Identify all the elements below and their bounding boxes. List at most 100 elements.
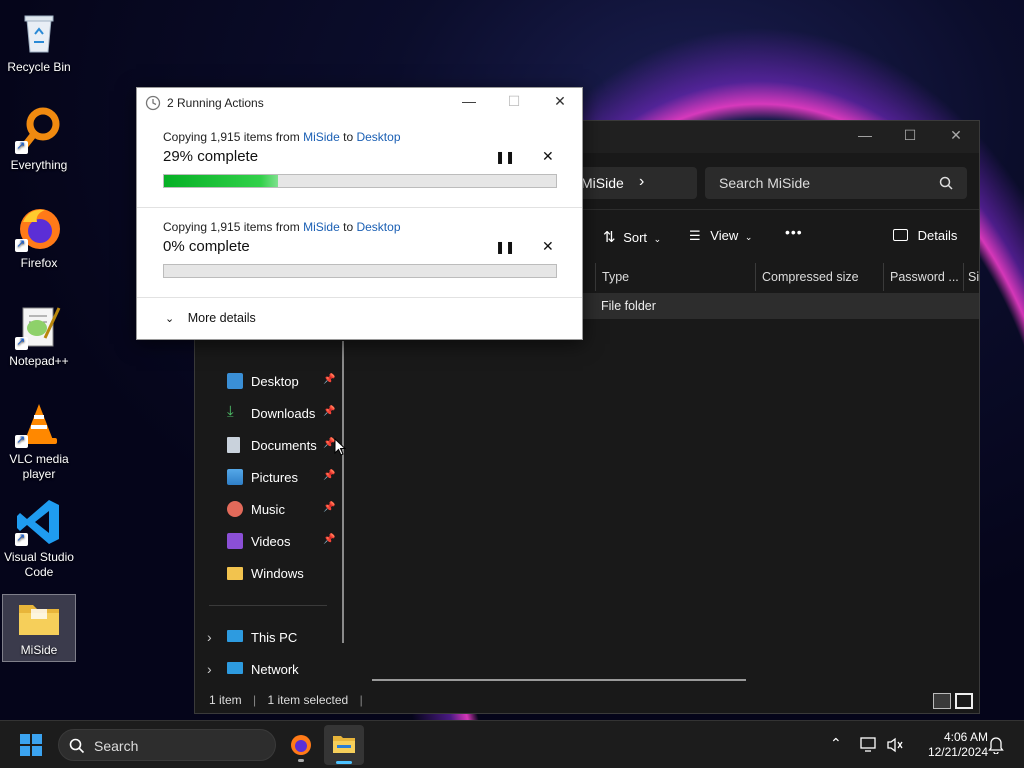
pictures-icon [227, 469, 243, 485]
sort-arrows-icon: ⇅ [603, 229, 616, 246]
column-header-size[interactable]: Si [963, 263, 979, 291]
search-input[interactable]: Search MiSide [719, 175, 810, 191]
desktop-icon-vlc[interactable]: VLC media player [2, 400, 76, 482]
dialog-maximize-button: ☐ [507, 93, 521, 109]
folder-icon [15, 599, 63, 639]
notification-bell-icon[interactable] [988, 736, 1004, 754]
view-list-icon: ☰ [689, 228, 701, 243]
shortcut-arrow-icon [15, 335, 28, 350]
music-icon [227, 501, 243, 517]
nav-divider [209, 605, 327, 606]
pin-icon[interactable]: 📌 [323, 534, 335, 545]
operation-divider [137, 207, 582, 208]
folder-icon [227, 567, 243, 580]
chevron-right-icon[interactable]: › [639, 173, 644, 191]
chevron-right-icon[interactable]: › [207, 661, 212, 677]
pause-button[interactable]: ❚❚ [495, 240, 515, 254]
details-pane-button[interactable]: Details [893, 228, 957, 243]
taskbar: Search ⌃ 4:06 AM 12/21/2024 [0, 720, 1024, 768]
show-hidden-icons-button[interactable]: ⌃ [830, 735, 842, 752]
destination-link[interactable]: Desktop [356, 220, 400, 234]
pause-button[interactable]: ❚❚ [495, 150, 515, 164]
close-button[interactable]: ✕ [946, 127, 966, 147]
network-status-icon[interactable] [860, 737, 878, 753]
volume-muted-icon[interactable] [886, 737, 904, 753]
start-button[interactable] [20, 734, 42, 756]
horizontal-scrollbar[interactable] [372, 679, 746, 681]
desktop-icon-recycle-bin[interactable]: Recycle Bin [2, 8, 76, 75]
pin-icon[interactable]: 📌 [323, 502, 335, 513]
windows-logo-icon [20, 734, 42, 756]
mouse-cursor [334, 438, 346, 456]
more-details-toggle[interactable]: ⌄ More details [165, 311, 256, 325]
file-type-cell: File folder [601, 299, 656, 313]
destination-link[interactable]: Desktop [356, 130, 400, 144]
download-icon: ⤓ [227, 403, 234, 420]
everything-search-icon [15, 106, 63, 154]
view-button[interactable]: ☰ View ⌄ [689, 228, 752, 244]
file-explorer-icon [333, 736, 355, 753]
column-header-password[interactable]: Password ... [883, 263, 963, 291]
running-actions-dialog[interactable]: 2 Running Actions — ☐ ✕ Copying 1,915 it… [136, 87, 583, 340]
desktop-icon-firefox[interactable]: Firefox [2, 204, 76, 271]
cancel-operation-button[interactable]: ✕ [542, 148, 554, 165]
breadcrumb-current[interactable]: MiSide [581, 175, 624, 191]
taskbar-search[interactable]: Search [58, 729, 276, 761]
tiles-view-toggle[interactable] [955, 693, 973, 709]
search-icon [939, 176, 953, 190]
dialog-title: 2 Running Actions [167, 96, 264, 110]
clock-date: 12/21/2024 [927, 745, 988, 759]
source-link[interactable]: MiSide [303, 220, 340, 234]
maximize-button[interactable]: ☐ [900, 127, 920, 147]
pc-icon [227, 630, 243, 642]
desktop-icon [227, 373, 243, 389]
search-icon [69, 738, 85, 754]
shortcut-arrow-icon [15, 237, 28, 252]
taskbar-firefox[interactable] [286, 729, 318, 762]
percent-complete: 0% complete [163, 238, 250, 255]
dialog-minimize-button[interactable]: — [459, 93, 479, 113]
search-box[interactable]: Search MiSide [705, 167, 967, 199]
column-header-compressed-size[interactable]: Compressed size [755, 263, 883, 291]
vscode-icon [15, 498, 63, 546]
dialog-close-button[interactable]: ✕ [550, 93, 570, 113]
status-bar: 1 item | 1 item selected | [209, 693, 363, 707]
desktop-icon-everything[interactable]: Everything [2, 106, 76, 173]
progress-bar [163, 264, 557, 278]
clock-icon [145, 95, 161, 111]
chevron-down-icon: ⌄ [165, 313, 175, 325]
details-view-toggle[interactable] [933, 693, 951, 709]
active-indicator [336, 761, 352, 764]
pin-icon[interactable]: 📌 [323, 406, 335, 417]
firefox-icon [291, 735, 311, 755]
percent-complete: 29% complete [163, 148, 259, 165]
sort-button[interactable]: ⇅ Sort ⌄ [603, 228, 661, 246]
chevron-down-icon: ⌄ [744, 232, 753, 242]
more-options-button[interactable]: ••• [785, 224, 803, 240]
taskbar-file-explorer[interactable] [324, 725, 364, 765]
column-header-type[interactable]: Type [595, 263, 755, 291]
cancel-operation-button[interactable]: ✕ [542, 238, 554, 255]
progress-fill [164, 175, 278, 187]
vlc-cone-icon [15, 400, 63, 448]
pin-icon[interactable]: 📌 [323, 374, 335, 385]
chevron-down-icon: ⌄ [653, 234, 662, 244]
firefox-icon [15, 204, 63, 252]
minimize-button[interactable]: — [855, 127, 875, 147]
shortcut-arrow-icon [15, 139, 28, 154]
shortcut-arrow-icon [15, 531, 28, 546]
source-link[interactable]: MiSide [303, 130, 340, 144]
system-clock[interactable]: 4:06 AM 12/21/2024 [912, 730, 988, 760]
nav-pane-scrollbar[interactable] [342, 341, 344, 643]
desktop-icon-vscode[interactable]: Visual Studio Code [2, 498, 76, 580]
pin-icon[interactable]: 📌 [323, 470, 335, 481]
desktop-icon-miside[interactable]: MiSide [2, 594, 76, 662]
details-pane-icon [893, 229, 908, 241]
desktop-icon-notepadpp[interactable]: Notepad++ [2, 302, 76, 369]
chevron-right-icon[interactable]: › [207, 629, 212, 645]
clock-time: 4:06 AM [943, 730, 988, 744]
documents-icon [227, 437, 240, 453]
recycle-bin-icon [15, 8, 63, 56]
progress-bar [163, 174, 557, 188]
details-divider [137, 297, 582, 298]
